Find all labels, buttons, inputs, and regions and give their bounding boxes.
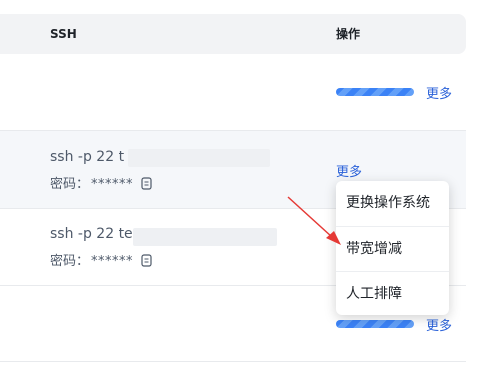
red-arrow-annotation <box>287 196 341 245</box>
